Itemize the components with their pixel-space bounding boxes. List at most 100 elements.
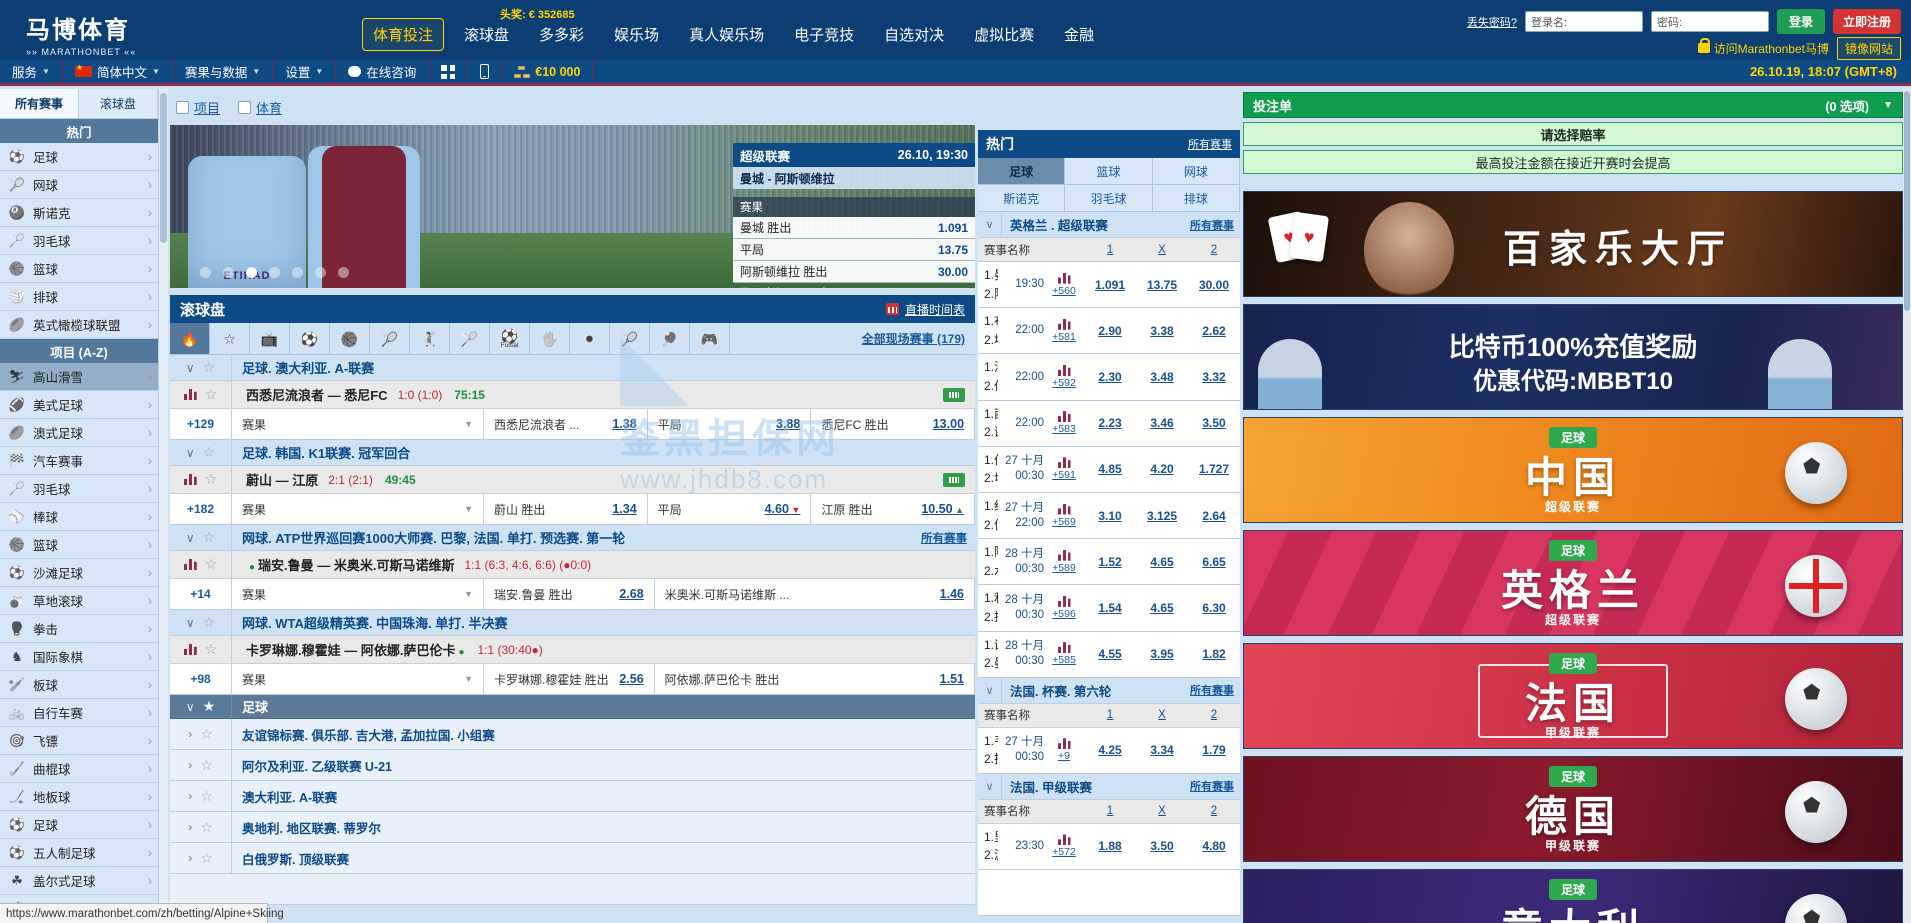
match-row[interactable]: ☆卡罗琳娜.穆霍娃 — 阿依娜.萨巴伦卡●1:1 (30:40●)	[170, 636, 975, 664]
register-button[interactable]: 立即注册	[1833, 9, 1901, 34]
toolbar-services[interactable]: 服务▼	[0, 60, 63, 83]
more-markets[interactable]: +569	[1044, 504, 1084, 528]
odds-cell-1[interactable]: 平局4.60 ▼	[648, 494, 812, 524]
live-stream-icon[interactable]	[943, 388, 965, 402]
odds-cell-0[interactable]: 1.54	[1084, 599, 1136, 617]
sidebar-tab-0[interactable]: 所有赛事	[0, 89, 79, 119]
toolbar-results[interactable]: 赛果与数据▼	[173, 60, 273, 83]
favorite-star-icon[interactable]: ☆	[203, 444, 216, 461]
promo-banner-bitcoin[interactable]: 比特币100%充值奖励优惠代码:MBBT10	[1243, 304, 1903, 410]
sidebar-item-field-hockey[interactable]: 🏑曲棍球›	[0, 755, 158, 783]
filter-1[interactable]: 体育	[238, 98, 282, 117]
football-section-header[interactable]: ∨★ 足球	[170, 695, 975, 719]
toolbar-settings[interactable]: 设置▼	[273, 60, 336, 83]
odds-cell-0[interactable]: 2.23	[1084, 414, 1136, 432]
markets-count-link[interactable]: +572	[1052, 846, 1076, 858]
logo[interactable]: 马博体育 »» MARATHONBET ««	[26, 10, 136, 57]
sidebar-item-football[interactable]: ⚽足球›	[0, 143, 158, 171]
odds-cell-0[interactable]: 4.55	[1084, 645, 1136, 663]
odds-cell-0[interactable]: 西悉尼流浪者 ...1.38	[484, 409, 648, 439]
featured-outcome-2[interactable]: 阿斯顿维拉 胜出30.00	[733, 261, 975, 283]
markets-count-link[interactable]: +592	[1052, 377, 1076, 389]
sidebar-item-basketball[interactable]: 🏀篮球›	[0, 255, 158, 283]
match-tracker-icon[interactable]	[184, 389, 197, 400]
hot-tab-排球[interactable]: 排球	[1153, 185, 1240, 212]
league-list-item[interactable]: ›☆澳大利亚. A-联赛	[170, 781, 975, 812]
nav-sports[interactable]: 体育投注	[362, 18, 444, 51]
markets-count-link[interactable]: +9	[1058, 750, 1070, 762]
sidebar-item-aussie-rules[interactable]: 🏉澳式足球›	[0, 419, 158, 447]
toolbar-balance[interactable]: €10 000	[502, 60, 593, 83]
odds-cell-2[interactable]: 30.00	[1188, 276, 1240, 294]
mirror-site-button[interactable]: 镜像网站	[1837, 37, 1901, 60]
hot-section-header[interactable]: ∨法国. 杯赛. 第六轮所有赛事	[978, 678, 1240, 704]
nav-esports[interactable]: 电子竞技	[784, 19, 864, 50]
favorite-star-icon[interactable]: ☆	[203, 614, 216, 631]
odds-cell-1[interactable]: 3.125	[1136, 507, 1188, 525]
odds-cell-1[interactable]: 3.48	[1136, 368, 1188, 386]
live-filter-esports[interactable]: 🎮	[690, 323, 730, 354]
odds-cell-2[interactable]: 2.62	[1188, 322, 1240, 340]
sidebar-item-tennis[interactable]: 🎾网球›	[0, 171, 158, 199]
live-filter-handball[interactable]: 🖐	[530, 323, 570, 354]
more-markets[interactable]: +596	[1044, 596, 1084, 620]
more-markets[interactable]: +572	[1044, 834, 1084, 858]
league-list-item[interactable]: ›☆友谊锦标赛. 俱乐部. 吉大港, 孟加拉国. 小组赛	[170, 719, 975, 750]
hot-section-header[interactable]: ∨英格兰 . 超级联赛所有赛事	[978, 212, 1240, 238]
league-group-header[interactable]: ∨☆网球. ATP世界巡回赛1000大师赛. 巴黎, 法国. 单打. 预选赛. …	[170, 525, 975, 551]
checkbox-icon[interactable]	[176, 101, 189, 114]
promo-carousel[interactable]: ETIHAD 超级联赛 26.10, 19:30 曼城 - 阿斯顿维拉 赛果 曼…	[170, 125, 975, 288]
favorite-star-icon[interactable]: ☆	[203, 529, 216, 546]
promo-banner-france[interactable]: 足球法国甲级联赛	[1243, 643, 1903, 749]
col-header-x[interactable]: X	[1136, 805, 1188, 817]
featured-outcome-1[interactable]: 平局13.75	[733, 239, 975, 261]
show-all-markets-link[interactable]: 显示全部 +562 盘口	[740, 285, 841, 288]
odds-cell-0[interactable]: 1.091	[1084, 276, 1136, 294]
markets-count-link[interactable]: +581	[1052, 331, 1076, 343]
live-filter-tennis[interactable]: 🎾	[370, 323, 410, 354]
sidebar-item-bowls[interactable]: 🎳草地滚球›	[0, 587, 158, 615]
sidebar-item-futsal[interactable]: ⚽五人制足球›	[0, 839, 158, 867]
odds-cell-1[interactable]: 3.50	[1136, 837, 1188, 855]
live-filter-hot-flame[interactable]: 🔥	[170, 323, 210, 354]
more-markets-count[interactable]: +98	[170, 664, 232, 694]
league-list-item[interactable]: ›☆白俄罗斯. 顶级联赛	[170, 843, 975, 874]
toolbar-language[interactable]: 简体中文▼	[63, 60, 173, 83]
section-all-events-link[interactable]: 所有赛事	[1190, 682, 1240, 698]
odds-cell-0[interactable]: 蔚山 胜出1.34	[484, 494, 648, 524]
hot-tab-斯诺克[interactable]: 斯诺克	[978, 185, 1065, 212]
markets-count-link[interactable]: +589	[1052, 562, 1076, 574]
live-filter-live-tv[interactable]: 📺	[250, 323, 290, 354]
odds-cell-2[interactable]: 1.727	[1188, 460, 1240, 478]
page-scrollbar-thumb[interactable]	[1904, 91, 1910, 311]
odds-cell-1[interactable]: 4.20	[1136, 460, 1188, 478]
section-all-events-link[interactable]: 所有赛事	[1190, 778, 1240, 794]
match-tracker-icon[interactable]	[184, 644, 197, 655]
live-filter-favorites-star[interactable]: ☆	[210, 323, 250, 354]
match-row[interactable]: ☆蔚山 — 江原2:1 (2:1)49:45	[170, 466, 975, 494]
markets-count-link[interactable]: +591	[1052, 469, 1076, 481]
markets-count-link[interactable]: +585	[1052, 654, 1076, 666]
hot-section-header[interactable]: ∨法国. 甲级联赛所有赛事	[978, 774, 1240, 800]
more-markets[interactable]: +591	[1044, 457, 1084, 481]
sidebar-item-beach-soccer[interactable]: ⚽沙滩足球›	[0, 559, 158, 587]
odds-cell-1[interactable]: 3.95	[1136, 645, 1188, 663]
market-select[interactable]: 赛果▼	[232, 409, 484, 439]
nav-live[interactable]: 滚球盘	[454, 19, 519, 50]
carousel-dot-4[interactable]	[292, 267, 303, 278]
favorite-star-icon[interactable]: ☆	[205, 386, 218, 403]
live-filter-squash[interactable]: 🎾	[610, 323, 650, 354]
league-group-header[interactable]: ∨☆网球. WTA超级精英赛. 中国珠海. 单打. 半决赛	[170, 610, 975, 636]
featured-outcome-0[interactable]: 曼城 胜出1.091	[733, 217, 975, 239]
league-list-item[interactable]: ›☆奥地利. 地区联赛. 蒂罗尔	[170, 812, 975, 843]
league-list-item[interactable]: ›☆阿尔及利亚. 乙级联赛 U-21	[170, 750, 975, 781]
filter-0[interactable]: 项目	[176, 98, 220, 117]
match-row[interactable]: ☆西悉尼流浪者 — 悉尼FC1:0 (1:0)75:15	[170, 381, 975, 409]
password-input[interactable]	[1651, 11, 1769, 32]
nav-virtual[interactable]: 虚拟比赛	[964, 19, 1044, 50]
live-filter-basketball[interactable]: 🏀	[330, 323, 370, 354]
odds-cell-1[interactable]: 3.46	[1136, 414, 1188, 432]
odds-cell-2[interactable]: 1.82	[1188, 645, 1240, 663]
toolbar-mobile-button[interactable]	[468, 60, 502, 83]
odds-cell-0[interactable]: 2.30	[1084, 368, 1136, 386]
